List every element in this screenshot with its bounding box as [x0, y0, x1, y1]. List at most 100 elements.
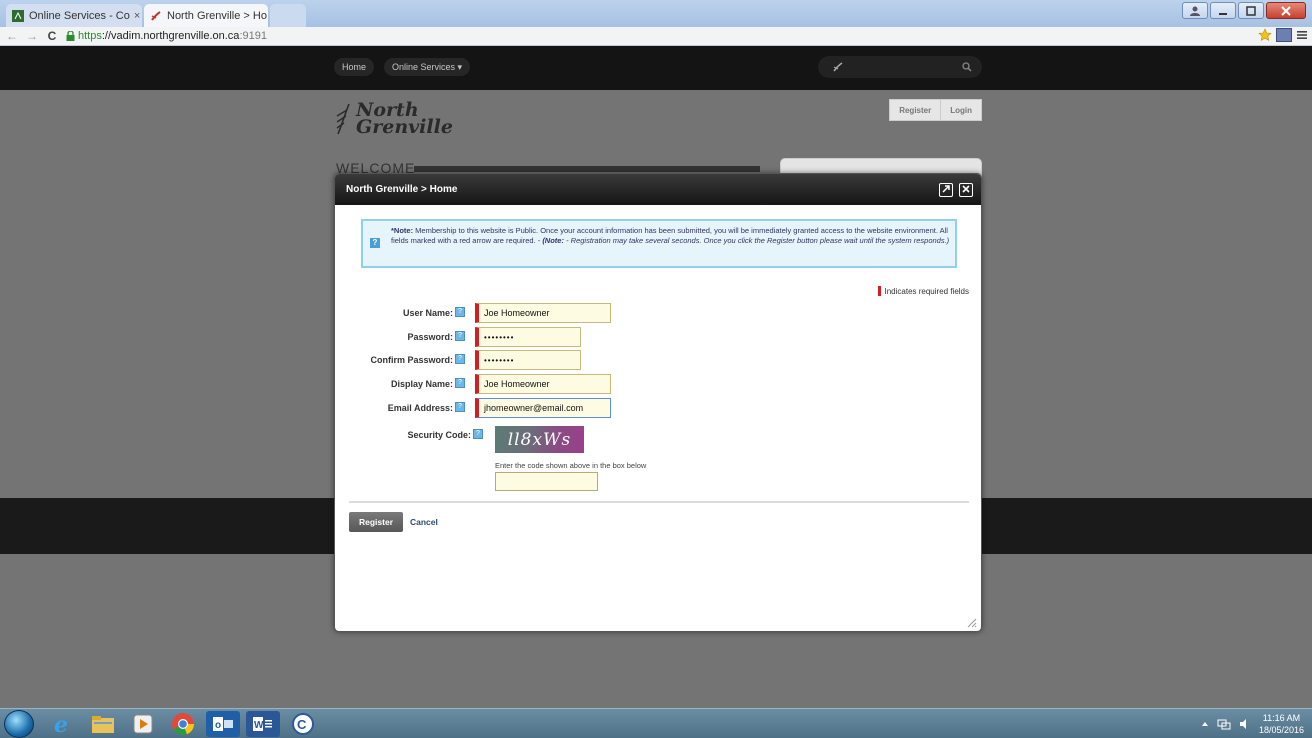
window-close-icon[interactable]	[1266, 2, 1306, 19]
info-icon: ?	[370, 238, 380, 248]
resize-grip-icon[interactable]	[965, 616, 977, 628]
row-user-name: User Name: ? Joe Homeowner	[335, 303, 981, 323]
start-button[interactable]	[4, 710, 34, 738]
outlook-icon[interactable]: o	[206, 711, 240, 737]
favicon-icon	[151, 10, 161, 21]
chrome-icon[interactable]	[166, 711, 200, 737]
password-label: Password:	[407, 332, 453, 342]
bookmark-star-icon[interactable]	[1258, 28, 1272, 42]
register-link[interactable]: Register	[890, 100, 940, 120]
display-name-label: Display Name:	[390, 379, 453, 389]
user-name-input[interactable]: Joe Homeowner	[475, 303, 611, 323]
new-tab-button[interactable]	[270, 4, 306, 27]
network-icon[interactable]	[1217, 718, 1231, 730]
required-legend-text: Indicates required fields	[884, 286, 970, 296]
search-icon[interactable]	[962, 62, 972, 72]
tab-close-icon[interactable]: ×	[267, 10, 268, 22]
tab-online-services[interactable]: Online Services - Co ×	[6, 4, 142, 27]
cancel-link[interactable]: Cancel	[410, 517, 438, 527]
tray-expand-icon[interactable]	[1201, 720, 1209, 728]
required-marker	[877, 286, 881, 296]
nav-home[interactable]: Home	[334, 58, 375, 76]
minimize-icon[interactable]	[1210, 2, 1236, 19]
help-icon[interactable]: ?	[455, 354, 465, 364]
help-icon[interactable]: ?	[473, 429, 483, 439]
modal-close-icon[interactable]	[959, 183, 973, 197]
help-icon[interactable]: ?	[455, 331, 465, 341]
form-divider	[349, 501, 969, 503]
tab-north-grenville[interactable]: North Grenville > Ho ×	[144, 4, 268, 27]
required-legend: Indicates required fields	[877, 286, 970, 296]
row-password: Password: ? ••••••••	[335, 327, 981, 347]
tab-title: North Grenville > Ho	[167, 9, 267, 22]
row-confirm-password: Confirm Password: ? ••••••••	[335, 350, 981, 370]
svg-text:W: W	[254, 720, 264, 731]
url-port: :9191	[239, 30, 267, 42]
membership-note: ? *Note: Membership to this website is P…	[361, 219, 957, 268]
word-icon[interactable]: W	[246, 711, 280, 737]
maximize-icon[interactable]	[1238, 2, 1264, 19]
toolbar-actions	[1258, 28, 1308, 42]
windows-taskbar: e o W C 11:16 AM 18/05/2016	[0, 708, 1312, 738]
popout-icon[interactable]	[939, 183, 953, 197]
note2-lead: (Note:	[542, 235, 564, 245]
extension-icon[interactable]	[1276, 28, 1292, 42]
row-email-address: Email Address: ? jhomeowner@email.com	[335, 398, 981, 418]
modal-header: North Grenville > Home	[335, 174, 981, 205]
app-c-icon[interactable]: C	[286, 711, 320, 737]
captcha-image: ll8xWs	[495, 426, 584, 453]
captcha-hint: Enter the code shown above in the box be…	[495, 461, 647, 470]
file-explorer-icon[interactable]	[86, 711, 120, 737]
site-nav-bar: Home Online Services ▾	[0, 46, 1312, 90]
north-grenville-logo[interactable]: North Grenville	[334, 101, 453, 138]
browser-toolbar: ← → C https://vadim.northgrenville.on.ca…	[0, 27, 1312, 46]
forward-icon[interactable]: →	[24, 29, 40, 43]
welcome-bar	[414, 166, 760, 172]
clock-date: 18/05/2016	[1258, 725, 1304, 735]
display-name-input[interactable]: Joe Homeowner	[475, 374, 611, 394]
tab-title: Online Services - Co	[29, 9, 130, 22]
tab-close-icon[interactable]: ×	[130, 10, 140, 22]
url-host: ://vadim.northgrenville.on.ca	[101, 30, 240, 42]
tab-strip: Online Services - Co × North Grenville >…	[0, 0, 1312, 27]
logo-line-2: Grenville	[356, 116, 453, 138]
system-tray: 11:16 AM 18/05/2016	[1201, 712, 1304, 736]
menu-icon[interactable]	[1296, 29, 1308, 41]
registration-modal: North Grenville > Home ? *Note: Membersh…	[334, 173, 982, 632]
modal-title: North Grenville > Home	[346, 184, 458, 195]
window-controls	[1182, 2, 1306, 19]
site-mark-icon	[833, 62, 843, 72]
clock[interactable]: 11:16 AM 18/05/2016	[1259, 712, 1304, 736]
user-name-label: User Name:	[402, 308, 453, 318]
user-icon[interactable]	[1182, 2, 1208, 19]
reload-icon[interactable]: C	[44, 29, 60, 43]
svg-text:e: e	[54, 712, 68, 736]
row-display-name: Display Name: ? Joe Homeowner	[335, 374, 981, 394]
login-link[interactable]: Login	[940, 100, 981, 120]
internet-explorer-icon[interactable]: e	[46, 711, 80, 737]
site-search[interactable]	[818, 56, 982, 78]
email-address-input[interactable]: jhomeowner@email.com	[475, 398, 611, 418]
help-icon[interactable]: ?	[455, 378, 465, 388]
security-code-label: Security Code:	[407, 430, 471, 440]
confirm-password-label: Confirm Password:	[370, 355, 453, 365]
note-lead: *Note:	[391, 226, 414, 235]
nav-online-services[interactable]: Online Services ▾	[384, 58, 471, 76]
help-icon[interactable]: ?	[455, 402, 465, 412]
volume-icon[interactable]	[1239, 718, 1251, 730]
note2-body: - Registration may take several seconds.…	[563, 235, 950, 245]
email-address-label: Email Address:	[387, 403, 453, 413]
auth-links: Register Login	[889, 99, 982, 121]
confirm-password-input[interactable]: ••••••••	[475, 350, 581, 370]
note-text: *Note: Membership to this website is Pub…	[391, 226, 951, 245]
svg-text:o: o	[215, 720, 221, 731]
help-icon[interactable]: ?	[455, 307, 465, 317]
captcha-input[interactable]	[495, 472, 598, 491]
register-button[interactable]: Register	[349, 512, 403, 532]
media-player-icon[interactable]	[126, 711, 160, 737]
password-input[interactable]: ••••••••	[475, 327, 581, 347]
svg-text:C: C	[297, 717, 307, 732]
logo-mark-icon	[336, 103, 350, 135]
address-bar[interactable]: https://vadim.northgrenville.on.ca:9191	[66, 30, 267, 42]
back-icon[interactable]: ←	[4, 29, 20, 43]
